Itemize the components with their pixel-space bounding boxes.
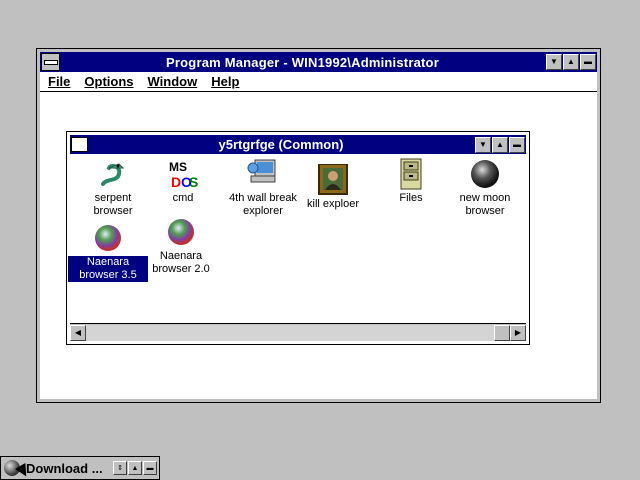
mini-restore-button[interactable]: ⇕: [113, 461, 127, 475]
program-icon-cmd[interactable]: MS D O S cmd: [143, 158, 223, 205]
globe-icon: [165, 216, 197, 248]
menu-help[interactable]: Help: [204, 74, 246, 89]
program-manager-titlebar[interactable]: Program Manager - WIN1992\Administrator …: [40, 52, 597, 72]
group-maximize-button[interactable]: ▲: [492, 136, 508, 153]
globe-icon: [92, 222, 124, 254]
program-manager-title: Program Manager - WIN1992\Administrator: [166, 54, 439, 70]
group-restore-button[interactable]: ▬: [509, 136, 525, 153]
msdos-icon: MS D O S: [167, 158, 199, 190]
minimize-button[interactable]: ▼: [546, 54, 562, 70]
svg-text:MS: MS: [169, 160, 187, 174]
menu-window[interactable]: Window: [141, 74, 205, 89]
maximize-button[interactable]: ▲: [563, 54, 579, 70]
computer-icon: [247, 158, 279, 190]
program-icon-files[interactable]: Files: [371, 158, 451, 205]
scroll-right-button[interactable]: ▶: [510, 324, 526, 341]
portrait-icon: [317, 163, 349, 196]
program-icon-new-moon-browser[interactable]: new moon browser: [445, 158, 525, 218]
group-window-titlebar[interactable]: y5rtgrfge (Common) ▼ ▲ ▬: [70, 135, 526, 154]
mini-close-button[interactable]: ▬: [143, 461, 157, 475]
file-cabinet-icon: [395, 158, 427, 190]
menu-file[interactable]: File: [40, 74, 77, 89]
group-window[interactable]: y5rtgrfge (Common) ▼ ▲ ▬ serpent browser: [66, 131, 530, 345]
menu-options[interactable]: Options: [77, 74, 140, 89]
group-window-title: y5rtgrfge (Common): [218, 137, 344, 152]
program-icon-4th-wall-break-explorer[interactable]: 4th wall break explorer: [223, 158, 303, 218]
icon-label: Files: [399, 192, 423, 204]
icon-label: Naenara browser 3.5: [68, 256, 148, 282]
icon-label: Naenara browser 2.0: [152, 250, 210, 275]
program-icon-kill-exploer[interactable]: kill exploer: [293, 163, 373, 211]
svg-text:D: D: [171, 174, 181, 190]
minimized-window-title: Download ...: [26, 460, 103, 476]
program-manager-menubar: File Options Window Help: [40, 72, 597, 92]
icon-label: new moon browser: [459, 192, 511, 217]
moon-icon: [469, 158, 501, 190]
icon-label: cmd: [172, 192, 194, 204]
scroll-track[interactable]: [86, 324, 510, 341]
group-minimize-button[interactable]: ▼: [475, 136, 491, 153]
program-icon-naenara-browser-2-0[interactable]: Naenara browser 2.0: [141, 216, 221, 276]
horizontal-scrollbar[interactable]: ◀ ▶: [70, 323, 526, 341]
group-window-content: serpent browser MS D O S cmd 4th wall br…: [68, 154, 526, 323]
svg-text:S: S: [189, 174, 198, 190]
system-menu-icon[interactable]: [41, 53, 60, 71]
program-icon-naenara-browser-3-5[interactable]: Naenara browser 3.5: [68, 222, 148, 282]
program-icon-serpent-browser[interactable]: serpent browser: [73, 158, 153, 218]
scroll-thumb[interactable]: [494, 324, 510, 341]
icon-label: serpent browser: [93, 192, 133, 217]
restore-button[interactable]: ▬: [580, 54, 596, 70]
serpent-icon: [97, 158, 129, 190]
mini-maximize-button[interactable]: ▲: [128, 461, 142, 475]
scroll-left-button[interactable]: ◀: [70, 324, 86, 341]
group-system-menu-icon[interactable]: [71, 137, 88, 152]
icon-label: kill exploer: [307, 198, 359, 210]
icon-label: 4th wall break explorer: [229, 192, 297, 217]
system-menu-bar: [43, 59, 58, 65]
